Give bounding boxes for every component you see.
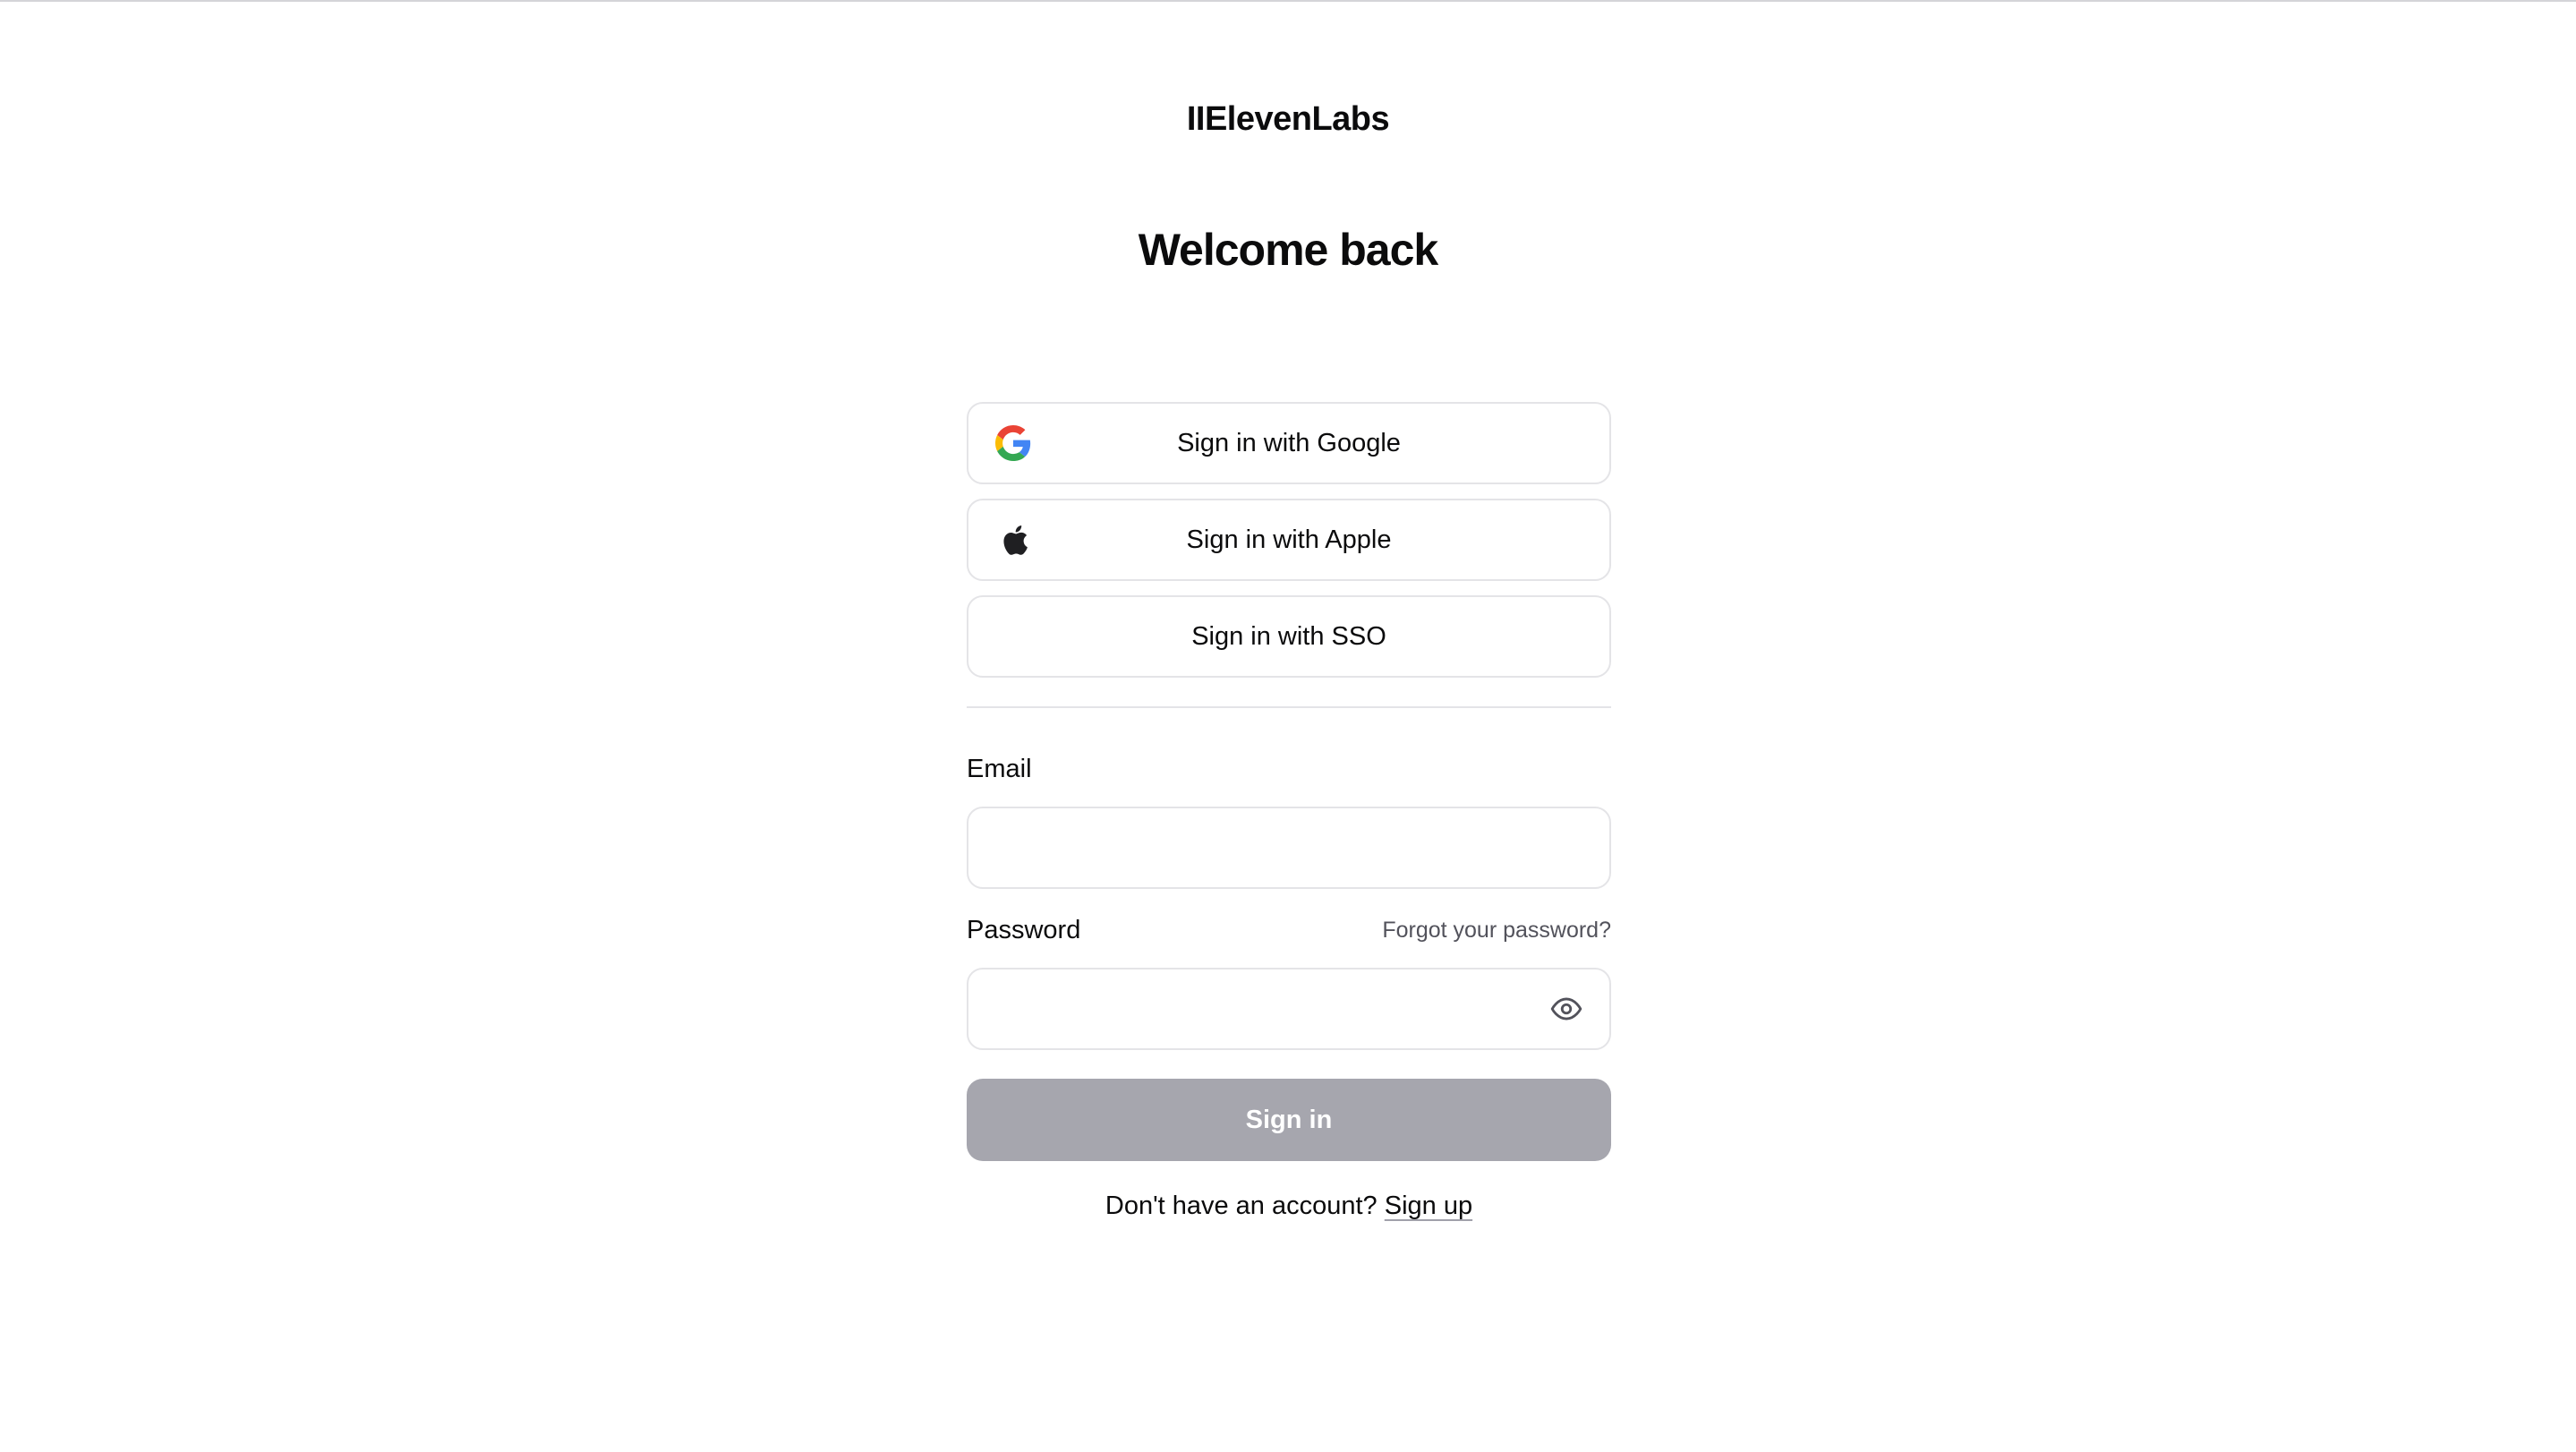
forgot-password-link[interactable]: Forgot your password?: [1382, 918, 1611, 944]
signup-prompt-text: Don't have an account?: [1105, 1191, 1378, 1220]
page-title: Welcome back: [1138, 225, 1438, 275]
google-icon: [995, 425, 1031, 461]
signin-form: Sign in with Google Sign in with Apple S…: [967, 402, 1611, 1221]
google-signin-button[interactable]: Sign in with Google: [967, 402, 1611, 484]
apple-icon: [995, 522, 1031, 558]
password-label: Password: [967, 915, 1081, 944]
password-field-wrapper: [967, 968, 1611, 1050]
google-signin-label: Sign in with Google: [1177, 428, 1401, 457]
divider: [967, 706, 1611, 708]
signup-link[interactable]: Sign up: [1385, 1191, 1472, 1220]
signup-prompt: Don't have an account? Sign up: [967, 1191, 1611, 1221]
top-border: [0, 0, 2576, 2]
signin-button[interactable]: Sign in: [967, 1079, 1611, 1161]
apple-signin-button[interactable]: Sign in with Apple: [967, 499, 1611, 581]
password-field[interactable]: [967, 968, 1611, 1050]
apple-signin-label: Sign in with Apple: [1186, 525, 1392, 554]
sso-signin-button[interactable]: Sign in with SSO: [967, 595, 1611, 678]
password-label-row: Password Forgot your password?: [967, 912, 1611, 948]
sso-signin-label: Sign in with SSO: [1191, 621, 1386, 651]
email-field[interactable]: [967, 807, 1611, 889]
eye-icon[interactable]: [1548, 991, 1584, 1027]
elevenlabs-logo[interactable]: IIElevenLabs: [0, 100, 2576, 139]
email-label: Email: [967, 755, 1032, 783]
